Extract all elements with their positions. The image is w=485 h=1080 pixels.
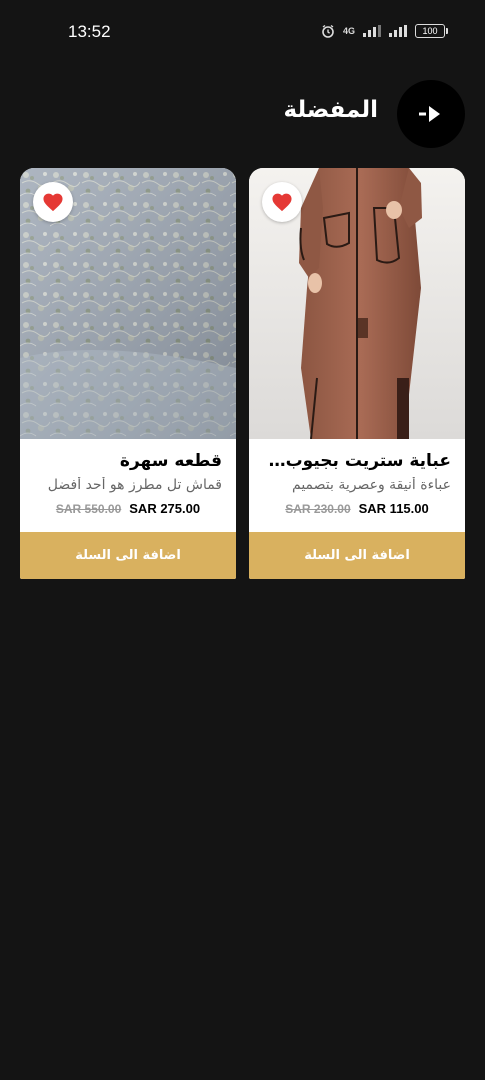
- heart-icon: [272, 193, 292, 212]
- product-card[interactable]: عباية ستريت بجيوب مغلفة عباءة أنيقة وعصر…: [249, 168, 465, 579]
- signal-icon: [363, 25, 381, 37]
- favorite-button[interactable]: [262, 182, 302, 222]
- product-name[interactable]: عباية ستريت بجيوب مغلفة: [263, 451, 451, 471]
- status-bar: 13:52 4G 100: [0, 0, 485, 64]
- page-title: المفضلة: [283, 97, 379, 123]
- back-arrow-icon: [419, 106, 440, 122]
- favorites-grid: عباية ستريت بجيوب مغلفة عباءة أنيقة وعصر…: [20, 168, 465, 579]
- status-icons: 4G 100: [321, 24, 448, 38]
- price-row: SAR 550.00 SAR 275.00: [34, 501, 222, 516]
- new-price: SAR 115.00: [358, 501, 429, 516]
- product-card[interactable]: قطعه سهرة قماش تل مطرز هو أحد أفضل SAR 5…: [20, 168, 236, 579]
- product-description: قماش تل مطرز هو أحد أفضل: [47, 477, 222, 493]
- status-time: 13:52: [68, 22, 111, 41]
- product-info: عباية ستريت بجيوب مغلفة عباءة أنيقة وعصر…: [249, 439, 465, 516]
- product-info: قطعه سهرة قماش تل مطرز هو أحد أفضل SAR 5…: [20, 439, 236, 516]
- product-description: عباءة أنيقة وعصرية بتصميم: [292, 477, 451, 493]
- product-name[interactable]: قطعه سهرة: [34, 451, 222, 471]
- back-button[interactable]: [397, 80, 465, 148]
- price-row: SAR 230.00 SAR 115.00: [263, 501, 451, 516]
- product-image[interactable]: [249, 168, 465, 439]
- battery-icon: 100: [415, 24, 448, 38]
- add-to-cart-button[interactable]: اضافة الى السلة: [249, 532, 465, 579]
- battery-level: 100: [422, 26, 438, 36]
- heart-icon: [43, 193, 63, 212]
- header: المفضلة: [0, 80, 485, 150]
- network-type: 4G: [342, 26, 355, 36]
- alarm-icon: [322, 24, 334, 38]
- signal-icon-2: [389, 25, 407, 37]
- new-price: SAR 275.00: [129, 501, 201, 516]
- old-price: SAR 230.00: [285, 501, 351, 516]
- favorite-button[interactable]: [33, 182, 73, 222]
- add-to-cart-button[interactable]: اضافة الى السلة: [20, 532, 236, 579]
- product-image[interactable]: [20, 168, 236, 439]
- old-price: SAR 550.00: [55, 501, 122, 516]
